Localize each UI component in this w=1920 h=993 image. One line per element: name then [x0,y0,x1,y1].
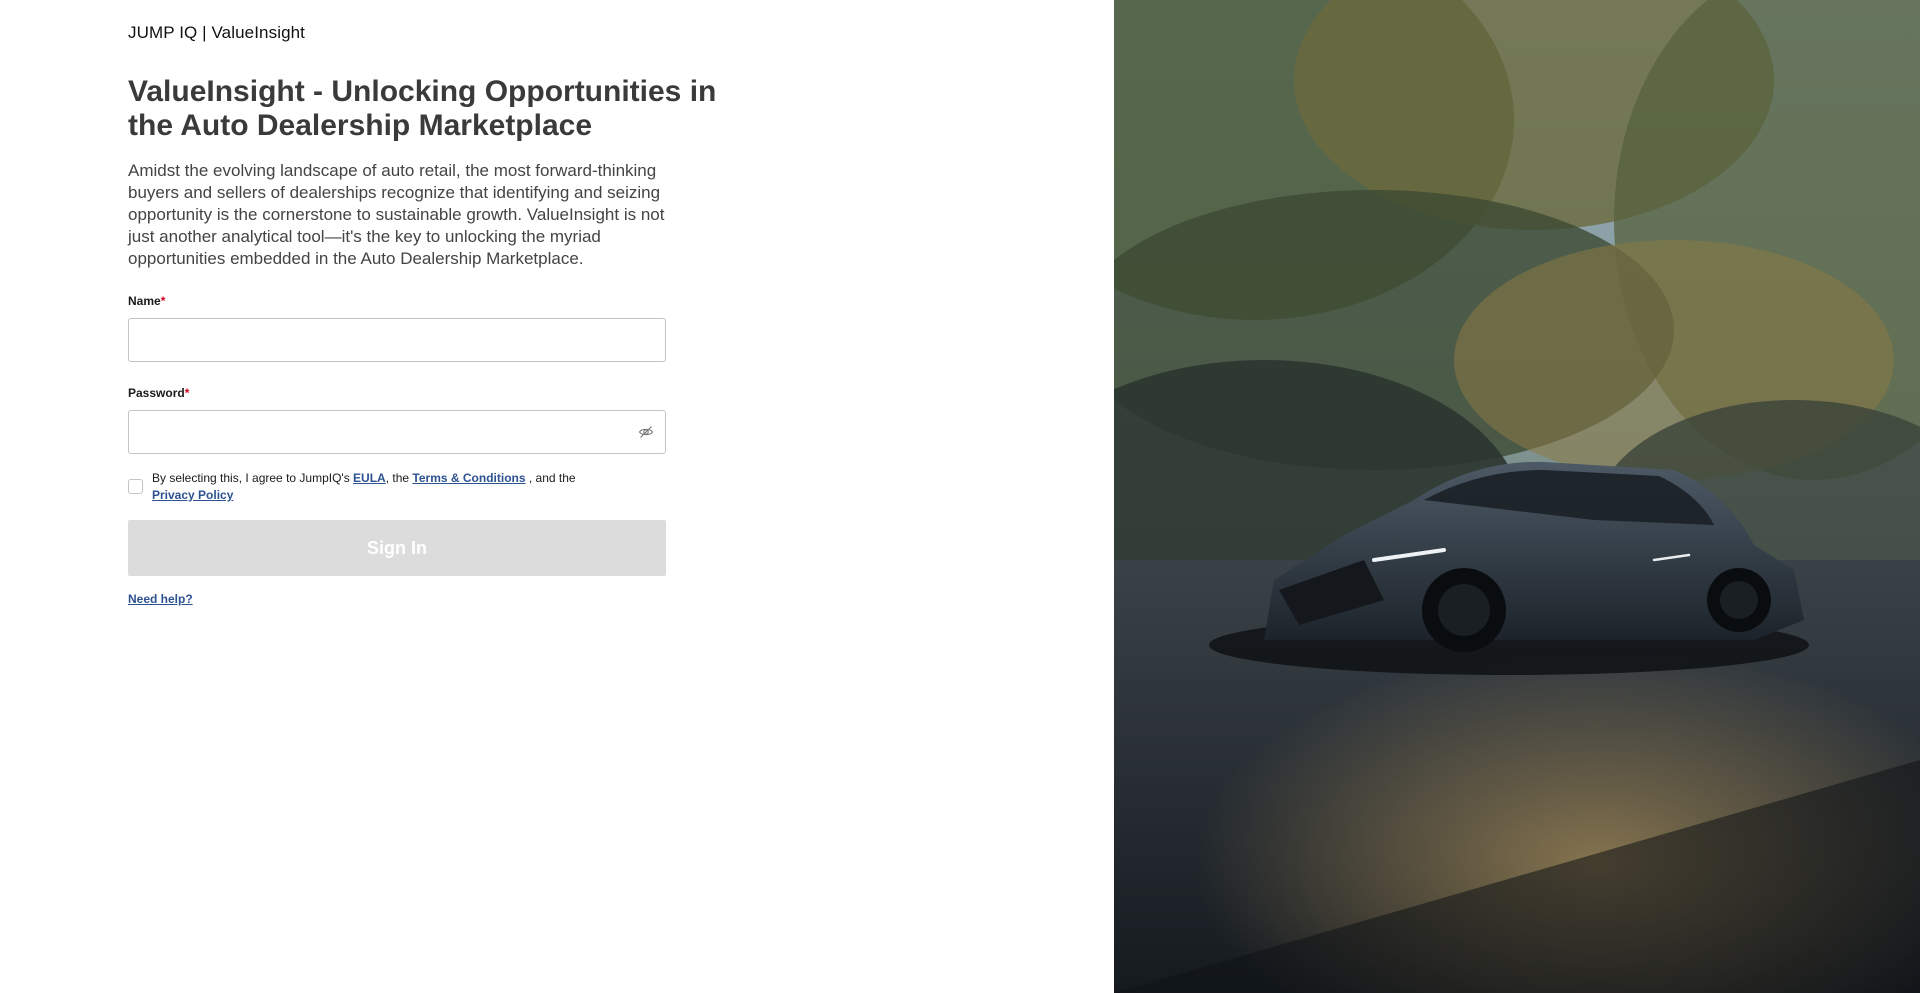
name-label: Name* [128,294,165,308]
eye-slash-icon[interactable] [638,424,654,440]
password-label-text: Password [128,386,185,400]
required-mark: * [160,294,166,308]
agree-mid: , the [385,471,413,485]
terms-link[interactable]: Terms & Conditions [412,471,525,485]
sign-in-button[interactable]: Sign In [128,520,666,576]
agree-text: By selecting this, I agree to JumpIQ's E… [152,470,642,504]
page-description: Amidst the evolving landscape of auto re… [128,161,665,268]
eula-link[interactable]: EULA [353,471,386,485]
name-input[interactable] [128,318,666,362]
login-panel: JUMP IQ | ValueInsight ValueInsight - Un… [0,0,1114,993]
agree-checkbox[interactable] [128,479,143,494]
name-label-text: Name [128,294,161,308]
password-label: Password* [128,386,189,400]
page-title: ValueInsight - Unlocking Opportunities i… [128,75,717,142]
agree-prefix: By selecting this, I agree to JumpIQ's [152,471,354,485]
privacy-link[interactable]: Privacy Policy [152,488,233,502]
need-help-link[interactable]: Need help? [128,592,193,606]
password-input[interactable] [128,410,666,454]
hero-car-illustration [1114,0,1920,993]
agree-mid2: , and the [525,471,576,485]
brand-title: JUMP IQ | ValueInsight [128,23,306,42]
required-mark: * [184,386,190,400]
hero-car-image [1114,0,1920,993]
